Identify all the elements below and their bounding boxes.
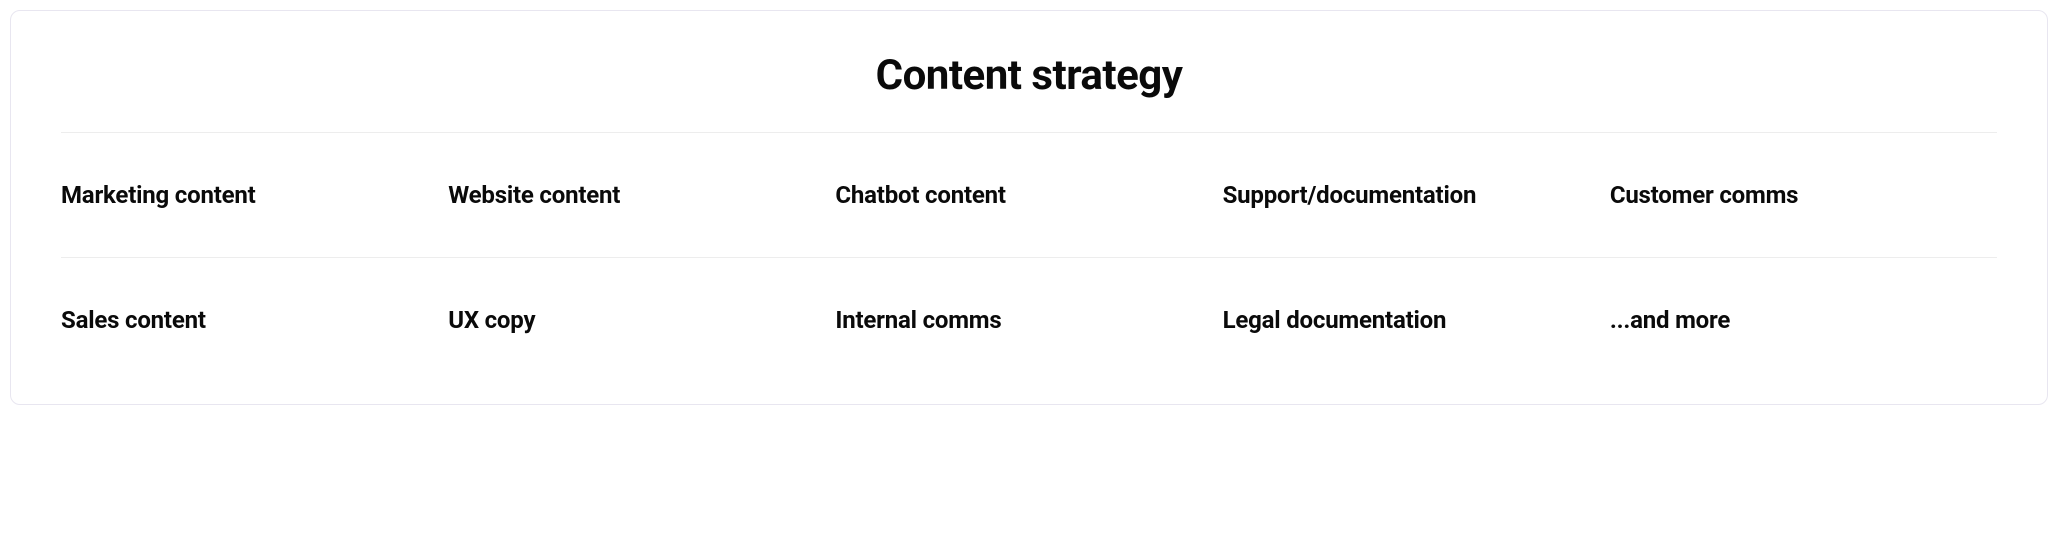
content-item: UX copy	[448, 306, 835, 334]
content-item: Legal documentation	[1223, 306, 1610, 334]
content-row-1: Marketing content Website content Chatbo…	[61, 133, 1997, 257]
content-item: Marketing content	[61, 181, 448, 209]
content-row-2: Sales content UX copy Internal comms Leg…	[61, 258, 1997, 344]
content-strategy-card: Content strategy Marketing content Websi…	[10, 10, 2048, 405]
card-title: Content strategy	[61, 51, 1997, 100]
content-item: ...and more	[1610, 306, 1997, 334]
content-item: Chatbot content	[835, 181, 1222, 209]
content-item: Internal comms	[835, 306, 1222, 334]
content-item: Customer comms	[1610, 181, 1997, 209]
content-item: Website content	[448, 181, 835, 209]
content-item: Support/documentation	[1223, 181, 1610, 209]
content-item: Sales content	[61, 306, 448, 334]
